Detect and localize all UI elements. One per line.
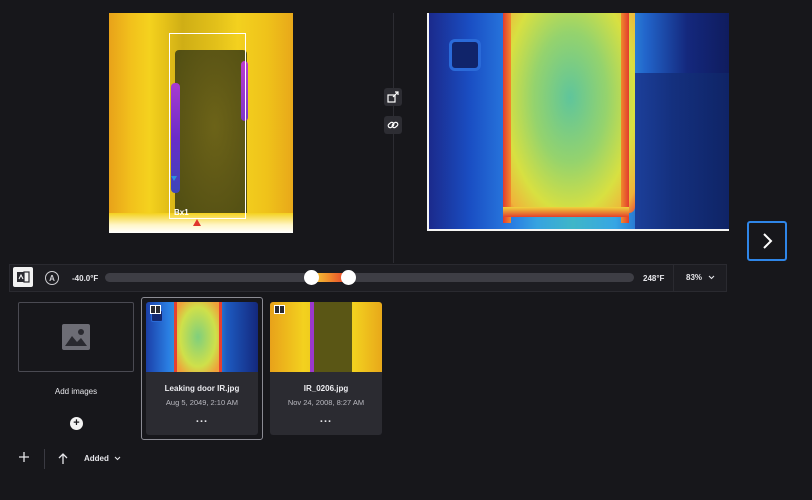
cold-wall-region [635, 73, 729, 229]
max-temp-label: 248°F [643, 274, 665, 283]
share-icon [387, 91, 399, 103]
add-images-tile[interactable] [18, 302, 134, 372]
sort-dropdown[interactable]: Added [84, 454, 121, 463]
next-image-button[interactable] [747, 221, 787, 261]
thumbnail-name: Leaking door IR.jpg [164, 384, 240, 393]
zoom-dropdown[interactable]: 83% [686, 273, 715, 282]
share-button[interactable] [384, 88, 402, 106]
thumbnail-card[interactable]: IR_0206.jpg Nov 24, 2008, 8:27 AM ... [270, 302, 382, 435]
more-options-button[interactable]: ... [146, 413, 258, 425]
chevron-down-icon [114, 456, 121, 461]
divider [673, 265, 674, 291]
plus-icon [19, 452, 29, 462]
door-sill [503, 207, 629, 217]
palette-button[interactable] [13, 267, 33, 287]
cold-spot-marker [171, 176, 177, 181]
zoom-value: 83% [686, 273, 703, 282]
thumbnail-card[interactable]: Leaking door IR.jpg Aug 5, 2049, 2:10 AM… [146, 302, 258, 435]
roi-label: Bx1 [174, 208, 189, 217]
auto-range-button[interactable]: A [45, 271, 59, 285]
min-temp-label: -40.0°F [72, 274, 99, 283]
thumbnail-image [146, 302, 258, 372]
palette-icon [17, 271, 30, 283]
knob-region [449, 39, 481, 71]
thumbnail-name: IR_0206.jpg [303, 384, 349, 393]
arrow-up-icon [58, 453, 68, 464]
image-type-icon [150, 305, 161, 314]
sort-direction-button[interactable] [57, 452, 69, 470]
link-icon [387, 121, 399, 129]
chevron-right-icon [763, 233, 773, 249]
more-options-button[interactable]: ... [270, 413, 382, 425]
range-slider[interactable] [105, 270, 634, 285]
image-type-icon [274, 305, 285, 314]
sort-label: Added [84, 454, 109, 463]
door-frame [503, 13, 511, 223]
add-button[interactable] [18, 450, 30, 467]
thumbnail-date: Aug 5, 2049, 2:10 AM [165, 398, 239, 407]
thumbnail-date: Nov 24, 2008, 8:27 AM [287, 398, 365, 407]
chevron-down-icon [708, 275, 715, 280]
hot-spot-marker [193, 219, 201, 226]
divider [44, 449, 45, 469]
door-frame [621, 13, 629, 223]
add-images-plus-button[interactable]: + [70, 417, 83, 430]
image-placeholder-icon [62, 324, 90, 350]
link-button[interactable] [384, 116, 402, 134]
thumbnail-image [270, 302, 382, 372]
right-thermal-image[interactable] [427, 13, 729, 231]
split-divider[interactable] [393, 13, 394, 263]
add-images-label: Add images [54, 387, 98, 396]
roi-box[interactable] [169, 33, 246, 219]
door-region [505, 13, 635, 213]
